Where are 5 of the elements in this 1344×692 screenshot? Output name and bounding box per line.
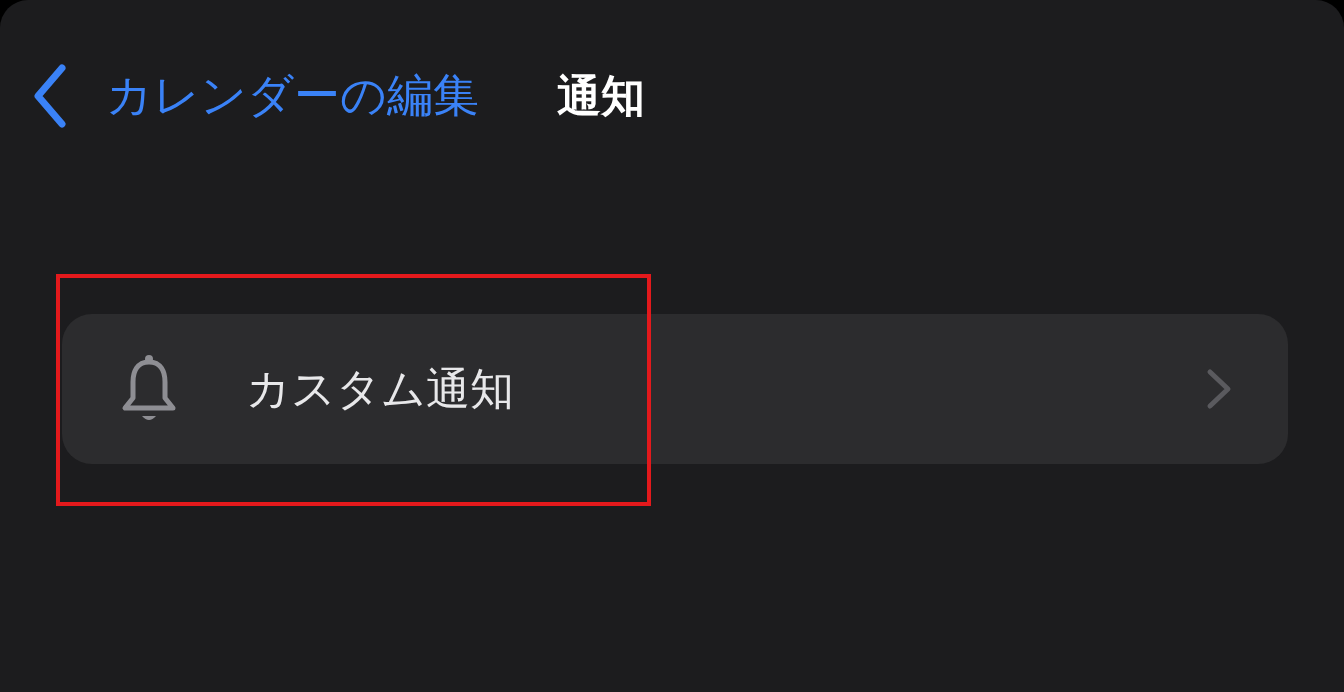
list-row[interactable]: カスタム通知 bbox=[62, 314, 1288, 464]
page-title: 通知 bbox=[557, 68, 645, 123]
chevron-right-icon bbox=[1206, 368, 1232, 410]
back-button[interactable]: カレンダーの編集 bbox=[30, 64, 479, 128]
row-label: カスタム通知 bbox=[246, 361, 515, 416]
